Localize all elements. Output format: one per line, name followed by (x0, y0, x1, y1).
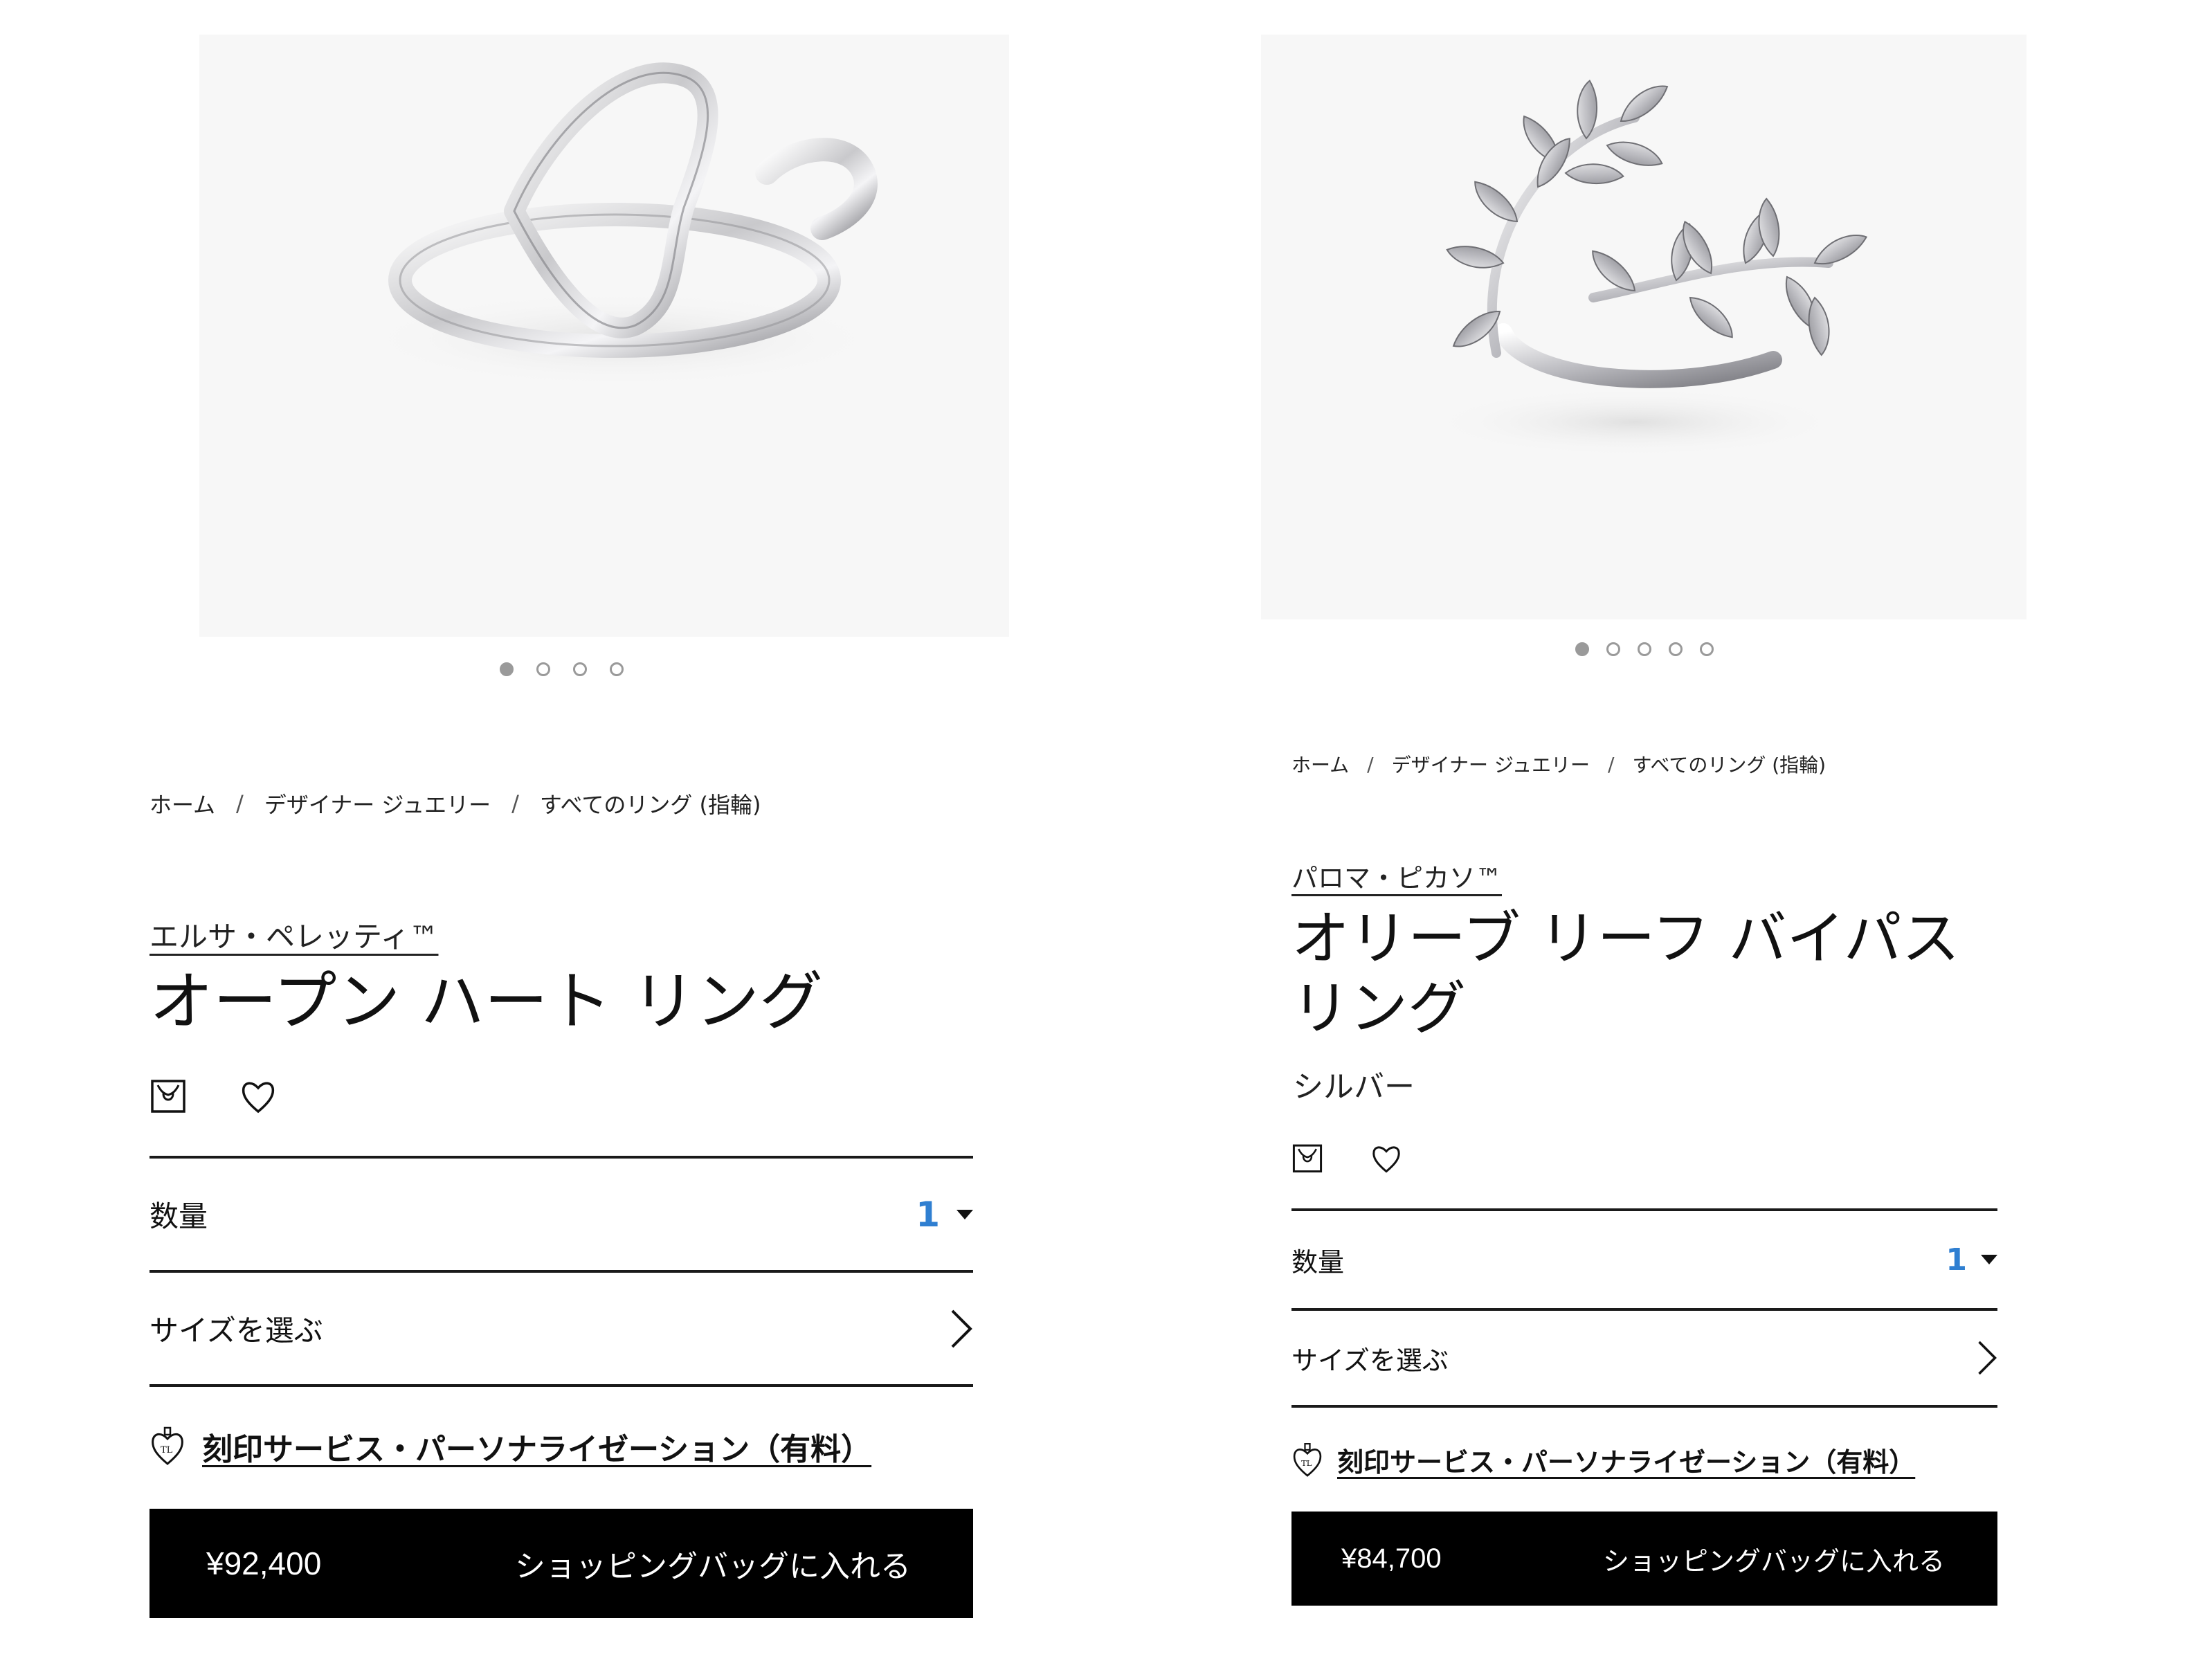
price: ¥92,400 (206, 1545, 322, 1581)
divider (1291, 1405, 1997, 1408)
gallery-dot[interactable] (1575, 642, 1589, 656)
price: ¥84,700 (1341, 1543, 1442, 1574)
gallery-dot[interactable] (1638, 642, 1651, 656)
product-title: オリーブ リーフ バイパス リング (1291, 905, 1960, 1042)
gallery-dot[interactable] (610, 662, 624, 676)
breadcrumb-designer-jewelry[interactable]: デザイナー ジュエリー (264, 788, 491, 819)
chevron-down-icon (1981, 1255, 1997, 1264)
divider (149, 1384, 973, 1387)
breadcrumb-separator: / (236, 790, 244, 817)
svg-text:TL: TL (161, 1445, 173, 1455)
breadcrumb: ホーム / デザイナー ジュエリー / すべてのリング (指輪) (149, 788, 761, 819)
add-to-bag-button[interactable]: ¥84,700 ショッピングバッグに入れる (1291, 1512, 1997, 1606)
product-image-olive-leaf-ring[interactable] (1261, 35, 2027, 619)
quantity-select[interactable]: 1 (916, 1195, 973, 1235)
engrave-heart-icon: TL (152, 1426, 183, 1465)
quantity-value: 1 (1946, 1242, 1967, 1278)
engrave-service[interactable]: TL 刻印サービス・パーソナライゼーション（有料） (1291, 1441, 1915, 1479)
product-image-open-heart-ring[interactable] (199, 35, 1009, 637)
heart-icon[interactable] (239, 1077, 277, 1114)
product-card-olive-leaf: ホーム / デザイナー ジュエリー / すべてのリング (指輪) パロマ・ピカソ… (1106, 0, 2212, 1661)
breadcrumb-separator: / (511, 790, 519, 817)
breadcrumb-all-rings[interactable]: すべてのリング (指輪) (540, 788, 761, 819)
quantity-label: 数量 (1291, 1246, 1345, 1278)
gallery-dot[interactable] (1700, 642, 1714, 656)
size-select-row[interactable]: サイズを選ぶ (149, 1270, 973, 1384)
product-material: シルバー (1293, 1069, 1415, 1105)
product-title: オープン ハート リング (149, 965, 823, 1039)
chevron-down-icon (957, 1209, 973, 1219)
designer-link[interactable]: エルサ・ペレッティ™ (149, 914, 438, 956)
product-card-open-heart: ホーム / デザイナー ジュエリー / すべてのリング (指輪) エルサ・ペレッ… (0, 0, 1106, 1661)
gallery-dot[interactable] (1606, 642, 1620, 656)
quantity-row[interactable]: 数量 1 (149, 1156, 973, 1270)
engrave-link[interactable]: 刻印サービス・パーソナライゼーション（有料） (202, 1424, 871, 1469)
breadcrumb-separator: / (1608, 752, 1615, 776)
engrave-link[interactable]: 刻印サービス・パーソナライゼーション（有料） (1337, 1441, 1915, 1479)
breadcrumb: ホーム / デザイナー ジュエリー / すべてのリング (指輪) (1291, 750, 1826, 778)
gallery-dot[interactable] (1669, 642, 1683, 656)
quantity-label: 数量 (149, 1199, 208, 1233)
quantity-select[interactable]: 1 (1946, 1242, 1997, 1278)
breadcrumb-all-rings[interactable]: すべてのリング (指輪) (1632, 750, 1826, 778)
add-to-bag-label: ショッピングバッグに入れる (1602, 1547, 1945, 1577)
gallery-dot[interactable] (536, 662, 550, 676)
breadcrumb-designer-jewelry[interactable]: デザイナー ジュエリー (1392, 750, 1590, 778)
open-heart-ring-illustration (359, 62, 885, 388)
breadcrumb-home[interactable]: ホーム (149, 788, 215, 819)
size-select-row[interactable]: サイズを選ぶ (1291, 1308, 1997, 1405)
designer-link[interactable]: パロマ・ピカソ™ (1291, 857, 1502, 895)
engrave-service[interactable]: TL 刻印サービス・パーソナライゼーション（有料） (149, 1424, 871, 1469)
add-to-bag-label: ショッピングバッグに入れる (515, 1550, 911, 1583)
chevron-right-icon (1978, 1341, 1997, 1375)
size-label: サイズを選ぶ (149, 1314, 323, 1347)
shopping-bag-icon[interactable] (149, 1077, 187, 1114)
gallery-dot[interactable] (500, 662, 514, 676)
shopping-bag-icon[interactable] (1291, 1142, 1323, 1174)
quantity-row[interactable]: 数量 1 (1291, 1208, 1997, 1308)
chevron-right-icon (951, 1309, 972, 1347)
breadcrumb-separator: / (1367, 752, 1374, 776)
heart-icon[interactable] (1370, 1142, 1402, 1174)
breadcrumb-home[interactable]: ホーム (1291, 750, 1349, 778)
engrave-heart-icon: TL (1293, 1442, 1322, 1477)
olive-leaf-ring-illustration (1427, 78, 1871, 457)
quantity-value: 1 (916, 1194, 940, 1235)
gallery-dot[interactable] (573, 662, 587, 676)
gallery-dots (500, 662, 624, 676)
add-to-bag-button[interactable]: ¥92,400 ショッピングバッグに入れる (149, 1509, 973, 1618)
gallery-dots (1575, 642, 1714, 656)
size-label: サイズを選ぶ (1291, 1345, 1449, 1376)
svg-text:TL: TL (1301, 1458, 1312, 1467)
